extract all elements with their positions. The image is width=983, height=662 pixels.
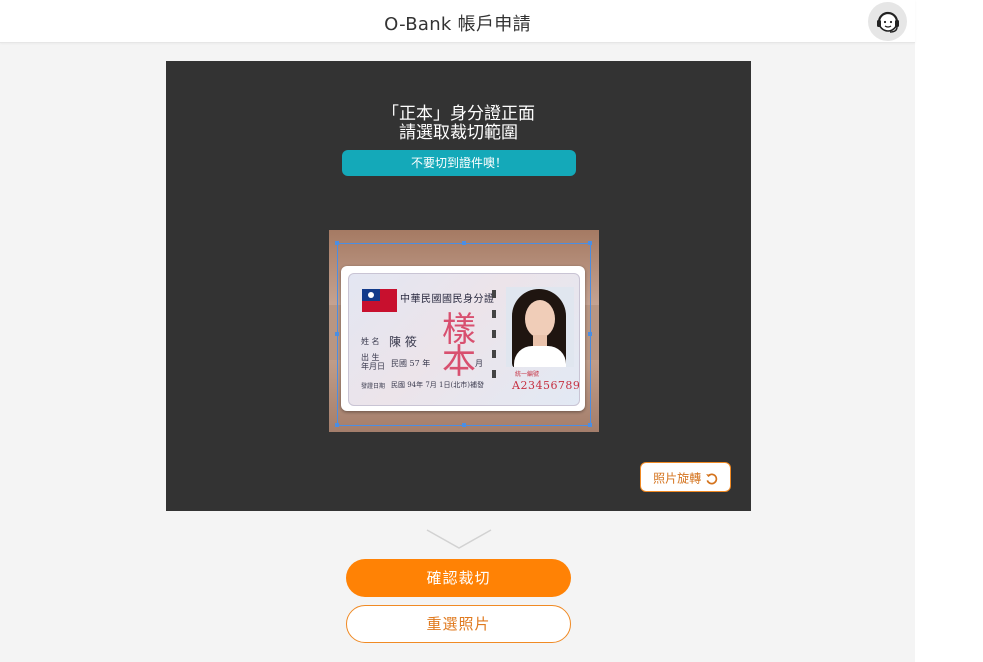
crop-selection-frame[interactable]	[335, 241, 592, 427]
heading-line-1: 「正本」身分證正面	[382, 104, 535, 124]
customer-service-button[interactable]	[868, 2, 907, 41]
chevron-down-icon	[426, 529, 492, 549]
page-title: O-Bank 帳戶申請	[384, 14, 531, 35]
crop-handle-bottom[interactable]	[462, 423, 466, 427]
crop-handle-left[interactable]	[335, 332, 339, 336]
rotate-icon	[706, 473, 718, 485]
crop-handle-top-right[interactable]	[588, 241, 592, 245]
crop-handle-top[interactable]	[462, 241, 466, 245]
crop-handle-bottom-left[interactable]	[335, 423, 339, 427]
crop-heading: 「正本」身分證正面 請選取裁切範圍	[166, 105, 751, 143]
heading-line-2: 請選取裁切範圍	[399, 123, 518, 143]
app: O-Bank 帳戶申請 「正本」身分證正面 請選取裁切範圍 不要切到證件噢！ 中…	[0, 0, 915, 662]
top-bar: O-Bank 帳戶申請	[0, 0, 915, 43]
crop-handle-top-left[interactable]	[335, 241, 339, 245]
confirm-crop-button[interactable]: 確認裁切	[346, 559, 571, 597]
crop-stage: 「正本」身分證正面 請選取裁切範圍 不要切到證件噢！ 中華民國國民身分證 姓 名…	[166, 61, 751, 511]
rotate-photo-button[interactable]: 照片旋轉	[640, 462, 731, 492]
crop-handle-right[interactable]	[588, 332, 592, 336]
crop-handle-bottom-right[interactable]	[588, 423, 592, 427]
reselect-photo-button[interactable]: 重選照片	[346, 605, 571, 643]
warning-badge: 不要切到證件噢！	[342, 150, 576, 176]
customer-service-headset-icon	[876, 11, 899, 33]
id-photo: 中華民國國民身分證 姓 名 陳 筱 出 生 年月日 民國 57 年 月 發證日期…	[329, 230, 599, 432]
rotate-label: 照片旋轉	[653, 471, 702, 486]
